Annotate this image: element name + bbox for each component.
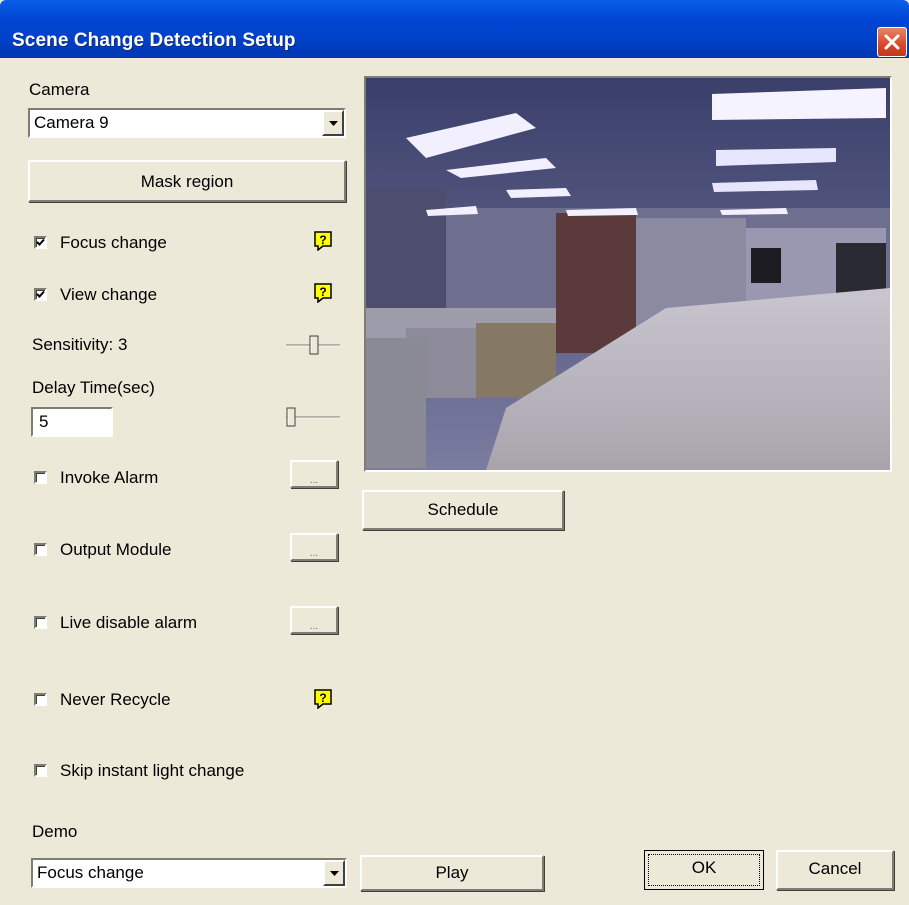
invoke-alarm-settings-button[interactable]: ... (290, 460, 338, 488)
schedule-button-label: Schedule (427, 500, 499, 519)
cancel-button-label: Cancel (808, 859, 862, 878)
checkmark-icon (36, 238, 45, 246)
help-icon-glyph: ? (319, 691, 326, 705)
sensitivity-label: Sensitivity: 3 (32, 335, 128, 354)
cancel-button[interactable]: Cancel (776, 850, 894, 890)
window-title: Scene Change Detection Setup (12, 30, 296, 51)
schedule-button[interactable]: Schedule (362, 490, 564, 530)
chevron-down-icon[interactable] (322, 110, 344, 136)
invoke-alarm-settings-label: ... (309, 475, 319, 486)
live-disable-alarm-settings-label: ... (309, 621, 319, 632)
output-module-settings-label: ... (309, 548, 319, 559)
help-icon[interactable]: ? (314, 283, 332, 303)
camera-select-value: Camera 9 (34, 113, 109, 132)
checkmark-icon (36, 290, 45, 298)
never-recycle-checkbox[interactable] (34, 693, 47, 706)
sensitivity-slider[interactable] (284, 334, 342, 356)
live-disable-alarm-label: Live disable alarm (60, 613, 198, 632)
camera-preview (364, 76, 892, 472)
focus-change-label: Focus change (60, 233, 167, 252)
close-icon (884, 34, 900, 50)
mask-region-label: Mask region (140, 172, 234, 191)
never-recycle-label: Never Recycle (60, 690, 171, 709)
live-disable-alarm-checkbox[interactable] (34, 616, 47, 629)
view-change-checkbox[interactable] (34, 288, 47, 301)
demo-label: Demo (32, 822, 78, 841)
demo-select-value: Focus change (37, 863, 144, 882)
help-icon[interactable]: ? (314, 231, 332, 251)
invoke-alarm-label: Invoke Alarm (60, 468, 159, 487)
ok-button[interactable]: OK (644, 850, 764, 890)
help-icon-glyph: ? (319, 233, 326, 247)
camera-label: Camera (29, 80, 90, 99)
delay-time-input[interactable]: 5 (31, 407, 113, 437)
help-icon-glyph: ? (319, 285, 326, 299)
close-button[interactable] (877, 27, 907, 57)
output-module-label: Output Module (60, 540, 172, 559)
camera-preview-image (366, 78, 890, 470)
play-button[interactable]: Play (360, 855, 544, 891)
help-icon[interactable]: ? (314, 689, 332, 709)
play-button-label: Play (435, 863, 469, 882)
mask-region-button[interactable]: Mask region (28, 160, 346, 202)
output-module-checkbox[interactable] (34, 543, 47, 556)
delay-time-value: 5 (39, 412, 49, 431)
delay-time-label: Delay Time(sec) (32, 378, 155, 397)
invoke-alarm-checkbox[interactable] (34, 471, 47, 484)
focus-change-checkbox[interactable] (34, 236, 47, 249)
output-module-settings-button[interactable]: ... (290, 533, 338, 561)
view-change-label: View change (60, 285, 158, 304)
title-bar: Scene Change Detection Setup (0, 0, 909, 58)
skip-light-change-label: Skip instant light change (60, 761, 245, 780)
skip-light-change-checkbox[interactable] (34, 764, 47, 777)
ok-button-label: OK (691, 858, 717, 877)
delay-time-slider[interactable] (284, 406, 342, 428)
live-disable-alarm-settings-button[interactable]: ... (290, 606, 338, 634)
demo-select[interactable]: Focus change (31, 858, 347, 888)
chevron-down-icon[interactable] (323, 860, 345, 886)
camera-select[interactable]: Camera 9 (28, 108, 346, 138)
